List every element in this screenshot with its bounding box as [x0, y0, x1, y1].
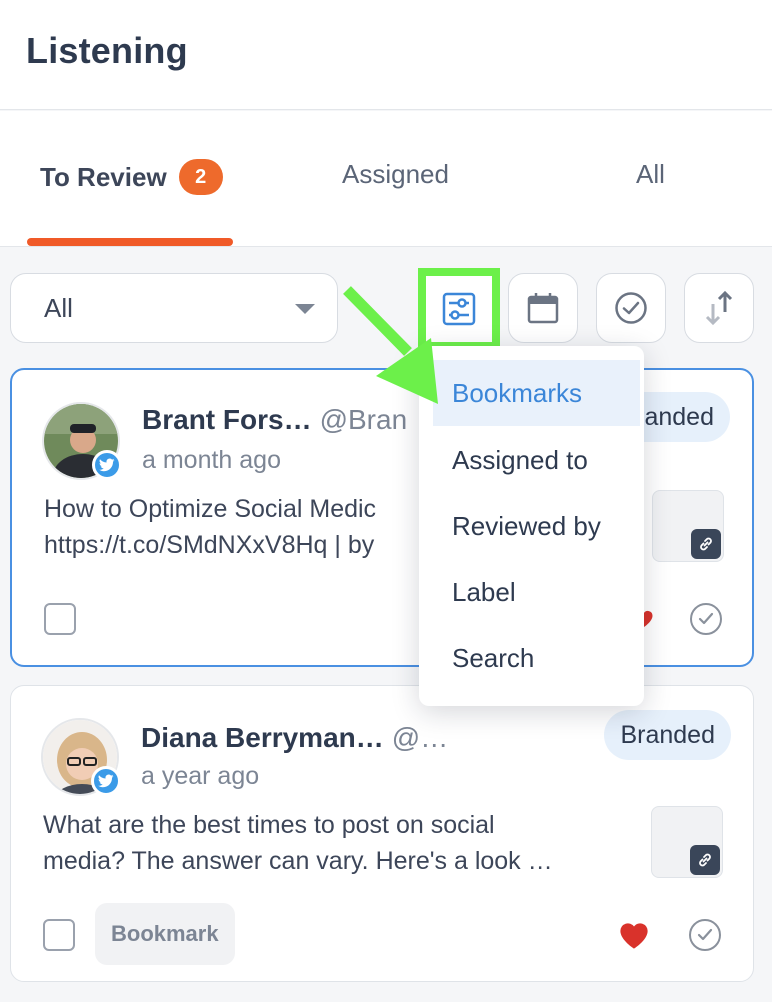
- twitter-icon: [92, 450, 122, 480]
- mark-reviewed-button[interactable]: [690, 603, 722, 635]
- review-tabs: To Review 2 Assigned All: [0, 111, 772, 247]
- bookmark-button[interactable]: Bookmark: [95, 903, 235, 965]
- page-header: Listening: [0, 0, 772, 110]
- date-filter-button[interactable]: [508, 273, 578, 343]
- filters-dropdown-menu: Bookmarks Assigned to Reviewed by Label …: [419, 346, 644, 706]
- review-status-button[interactable]: [596, 273, 666, 343]
- menu-item-reviewed-by[interactable]: Reviewed by: [419, 493, 644, 559]
- post-time: a year ago: [141, 762, 260, 790]
- media-thumbnail[interactable]: [651, 806, 723, 878]
- twitter-icon: [91, 766, 121, 796]
- menu-item-bookmarks[interactable]: Bookmarks: [433, 360, 640, 426]
- select-checkbox[interactable]: [43, 919, 75, 951]
- tab-all[interactable]: All: [636, 159, 665, 190]
- sort-icon: [705, 290, 733, 326]
- filter-select-value: All: [44, 292, 73, 323]
- post-text: What are the best times to post on socia…: [43, 811, 553, 875]
- check-icon: [698, 612, 714, 625]
- author-name[interactable]: Diana Berryman… @…: [141, 722, 448, 754]
- author-handle: @Bran: [319, 404, 408, 435]
- sort-button[interactable]: [684, 273, 754, 343]
- menu-item-search[interactable]: Search: [419, 625, 644, 691]
- page-title: Listening: [26, 30, 188, 71]
- tab-label: To Review: [40, 161, 167, 192]
- post-time: a month ago: [142, 446, 281, 474]
- link-icon: [690, 845, 720, 875]
- check-circle-icon: [615, 292, 647, 324]
- filter-select[interactable]: All: [10, 273, 338, 343]
- menu-item-label[interactable]: Label: [419, 559, 644, 625]
- tab-assigned[interactable]: Assigned: [342, 159, 449, 190]
- avatar: [41, 718, 121, 796]
- select-checkbox[interactable]: [44, 603, 76, 635]
- check-icon: [697, 928, 713, 941]
- mark-reviewed-button[interactable]: [689, 919, 721, 951]
- filters-button[interactable]: [418, 268, 500, 350]
- avatar: [42, 402, 122, 480]
- menu-item-assigned-to[interactable]: Assigned to: [419, 427, 644, 493]
- label-badge: Branded: [604, 710, 731, 760]
- post-card[interactable]: Diana Berryman… @… a year ago Branded Wha…: [10, 685, 754, 982]
- calendar-icon: [527, 293, 559, 324]
- chevron-down-icon: [295, 304, 315, 314]
- heart-icon[interactable]: [617, 920, 651, 950]
- link-icon: [691, 529, 721, 559]
- tab-label: Assigned: [342, 159, 449, 189]
- count-badge: 2: [178, 159, 223, 195]
- media-thumbnail[interactable]: [652, 490, 724, 562]
- author-name[interactable]: Brant Fors… @Bran: [142, 404, 407, 436]
- author-handle: @…: [391, 722, 449, 753]
- tab-to-review[interactable]: To Review 2: [40, 159, 223, 195]
- sliders-icon: [442, 292, 476, 326]
- tab-label: All: [636, 159, 665, 189]
- active-tab-indicator: [27, 238, 233, 246]
